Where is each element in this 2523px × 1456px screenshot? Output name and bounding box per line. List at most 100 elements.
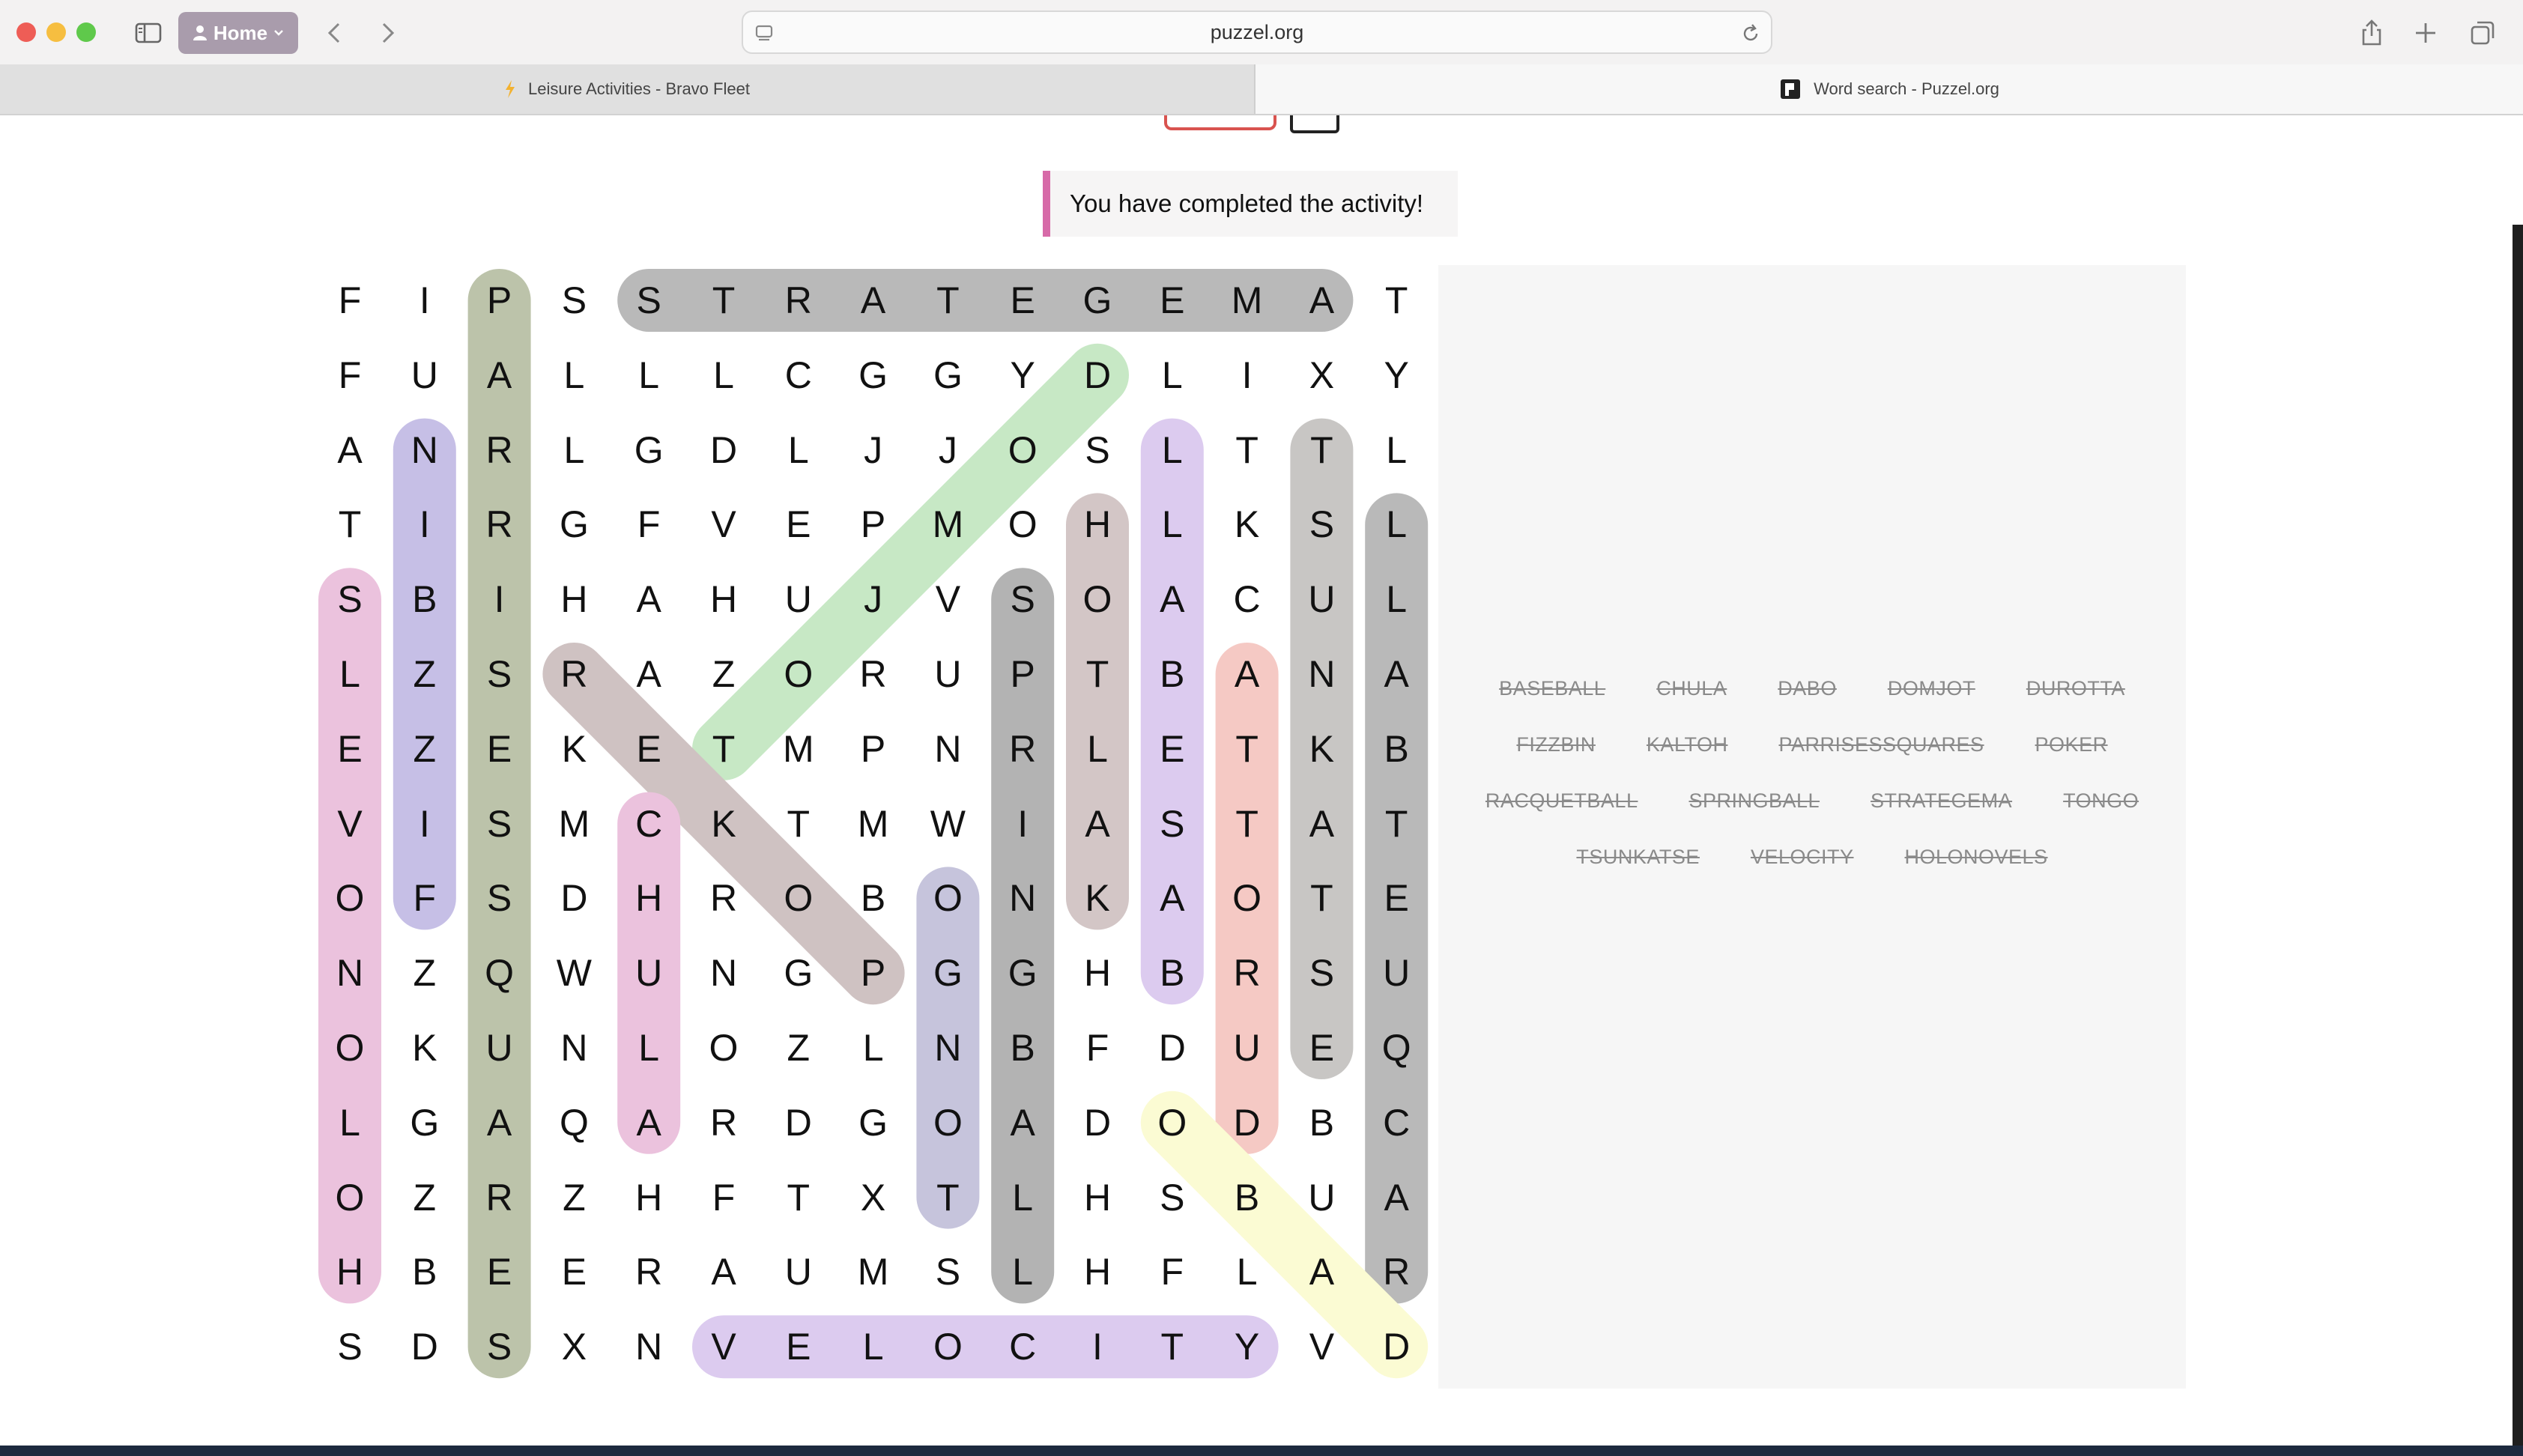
grid-letter[interactable]: O [1060, 562, 1135, 637]
grid-letter[interactable]: B [1135, 637, 1210, 712]
grid-letter[interactable]: U [1210, 1010, 1285, 1085]
grid-letter[interactable]: A [1210, 637, 1285, 712]
grid-letter[interactable]: U [1284, 1160, 1359, 1235]
grid-letter[interactable]: F [312, 338, 387, 413]
grid-letter[interactable]: A [462, 338, 537, 413]
grid-letter[interactable]: U [761, 562, 836, 637]
grid-letter[interactable]: S [312, 1309, 387, 1384]
grid-letter[interactable]: R [536, 637, 611, 712]
grid-letter[interactable]: A [1284, 786, 1359, 861]
grid-letter[interactable]: A [686, 1234, 761, 1309]
grid-letter[interactable]: N [985, 861, 1060, 935]
grid-letter[interactable]: T [761, 1160, 836, 1235]
grid-letter[interactable]: M [836, 1234, 911, 1309]
grid-letter[interactable]: N [1284, 637, 1359, 712]
grid-letter[interactable]: O [1135, 1085, 1210, 1160]
grid-letter[interactable]: T [910, 1160, 985, 1235]
grid-letter[interactable]: A [1359, 1160, 1434, 1235]
grid-letter[interactable]: R [462, 1160, 537, 1235]
grid-letter[interactable]: A [312, 413, 387, 488]
grid-letter[interactable]: D [536, 861, 611, 935]
grid-letter[interactable]: T [1359, 263, 1434, 338]
grid-letter[interactable]: B [1359, 712, 1434, 786]
grid-letter[interactable]: C [1210, 562, 1285, 637]
grid-letter[interactable]: L [686, 338, 761, 413]
grid-letter[interactable]: K [1060, 861, 1135, 935]
address-bar[interactable]: puzzel.org [742, 10, 1772, 54]
grid-letter[interactable]: L [1135, 338, 1210, 413]
grid-letter[interactable]: G [910, 935, 985, 1010]
grid-letter[interactable]: Z [387, 935, 462, 1010]
grid-letter[interactable]: O [686, 1010, 761, 1085]
grid-letter[interactable]: G [836, 1085, 911, 1160]
grid-letter[interactable]: F [686, 1160, 761, 1235]
grid-letter[interactable]: I [387, 263, 462, 338]
grid-letter[interactable]: A [1135, 861, 1210, 935]
grid-letter[interactable]: T [1060, 637, 1135, 712]
grid-letter[interactable]: V [686, 487, 761, 562]
grid-letter[interactable]: T [1284, 413, 1359, 488]
grid-letter[interactable]: R [1210, 935, 1285, 1010]
back-button[interactable] [315, 12, 357, 54]
grid-letter[interactable]: X [836, 1160, 911, 1235]
grid-letter[interactable]: T [1210, 786, 1285, 861]
grid-letter[interactable]: U [761, 1234, 836, 1309]
grid-letter[interactable]: G [910, 338, 985, 413]
grid-letter[interactable]: O [910, 1085, 985, 1160]
grid-letter[interactable]: O [910, 1309, 985, 1384]
grid-letter[interactable]: W [536, 935, 611, 1010]
grid-letter[interactable]: T [1210, 712, 1285, 786]
grid-letter[interactable]: R [836, 637, 911, 712]
grid-letter[interactable]: L [536, 413, 611, 488]
grid-letter[interactable]: K [1210, 487, 1285, 562]
grid-letter[interactable]: S [462, 1309, 537, 1384]
grid-letter[interactable]: L [611, 338, 686, 413]
grid-letter[interactable]: P [836, 712, 911, 786]
grid-letter[interactable]: E [462, 712, 537, 786]
grid-letter[interactable]: A [1060, 786, 1135, 861]
grid-letter[interactable]: X [536, 1309, 611, 1384]
grid-letter[interactable]: T [910, 263, 985, 338]
grid-letter[interactable]: D [1060, 1085, 1135, 1160]
grid-letter[interactable]: Y [1359, 338, 1434, 413]
grid-letter[interactable]: E [761, 1309, 836, 1384]
grid-letter[interactable]: D [1210, 1085, 1285, 1160]
grid-letter[interactable]: T [686, 263, 761, 338]
grid-letter[interactable]: M [761, 712, 836, 786]
grid-letter[interactable]: V [686, 1309, 761, 1384]
grid-letter[interactable]: S [1284, 935, 1359, 1010]
grid-letter[interactable]: U [387, 338, 462, 413]
grid-letter[interactable]: S [462, 861, 537, 935]
grid-letter[interactable]: B [985, 1010, 1060, 1085]
grid-letter[interactable]: L [985, 1234, 1060, 1309]
grid-letter[interactable]: L [1135, 487, 1210, 562]
grid-letter[interactable]: E [1284, 1010, 1359, 1085]
grid-letter[interactable]: P [836, 935, 911, 1010]
grid-letter[interactable]: N [686, 935, 761, 1010]
grid-letter[interactable]: L [985, 1160, 1060, 1235]
grid-letter[interactable]: O [312, 1160, 387, 1235]
grid-letter[interactable]: T [312, 487, 387, 562]
grid-letter[interactable]: B [387, 562, 462, 637]
grid-letter[interactable]: R [611, 1234, 686, 1309]
grid-letter[interactable]: P [462, 263, 537, 338]
grid-letter[interactable]: G [536, 487, 611, 562]
grid-letter[interactable]: B [1210, 1160, 1285, 1235]
grid-letter[interactable]: T [761, 786, 836, 861]
grid-letter[interactable]: H [1060, 487, 1135, 562]
grid-letter[interactable]: S [1135, 1160, 1210, 1235]
grid-letter[interactable]: C [985, 1309, 1060, 1384]
grid-letter[interactable]: E [536, 1234, 611, 1309]
grid-letter[interactable]: J [910, 413, 985, 488]
grid-letter[interactable]: H [686, 562, 761, 637]
grid-letter[interactable]: S [536, 263, 611, 338]
grid-letter[interactable]: B [1284, 1085, 1359, 1160]
grid-letter[interactable]: L [536, 338, 611, 413]
zoom-window-button[interactable] [76, 22, 96, 42]
grid-letter[interactable]: D [1359, 1309, 1434, 1384]
grid-letter[interactable]: N [910, 712, 985, 786]
grid-letter[interactable]: A [985, 1085, 1060, 1160]
tab-word-search[interactable]: Word search - Puzzel.org [1256, 64, 2523, 114]
sidebar-toggle-button[interactable] [127, 12, 169, 54]
grid-letter[interactable]: E [761, 487, 836, 562]
